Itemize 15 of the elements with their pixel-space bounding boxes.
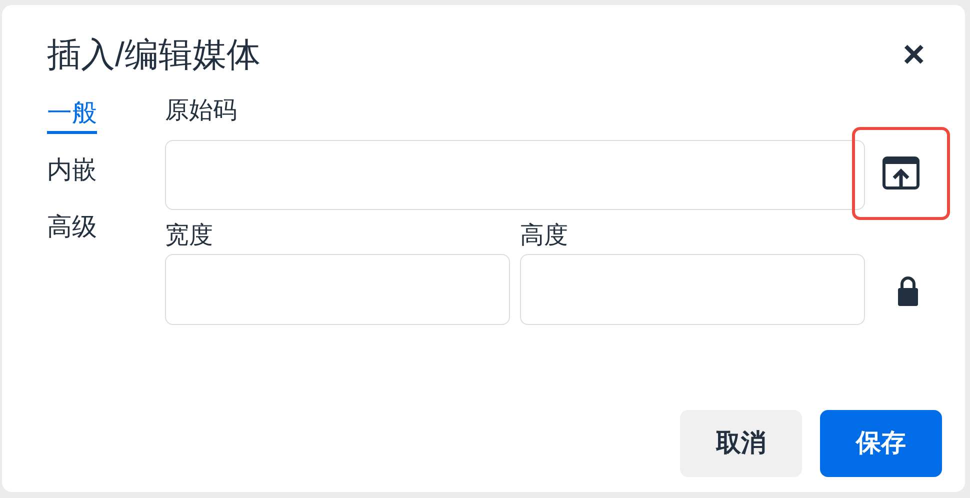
input-field[interactable] [165, 254, 510, 325]
tab[interactable]: 内嵌 [47, 152, 97, 191]
tab[interactable]: 高级 [47, 209, 97, 248]
upload-icon[interactable] [882, 156, 920, 192]
input-field[interactable] [165, 140, 865, 210]
close-button[interactable]: × [902, 35, 925, 75]
input-field[interactable] [520, 254, 865, 325]
dialog-title: 插入/编辑媒体 [47, 35, 260, 76]
tab[interactable]: 一般 [47, 95, 97, 134]
cancel-button[interactable]: 取消 [680, 410, 802, 477]
save-button[interactable]: 保存 [820, 410, 942, 477]
field-label: 原始码 [165, 96, 237, 126]
lock-icon[interactable] [897, 275, 919, 307]
field-label: 宽度 [165, 221, 213, 251]
field-label: 高度 [520, 221, 568, 251]
